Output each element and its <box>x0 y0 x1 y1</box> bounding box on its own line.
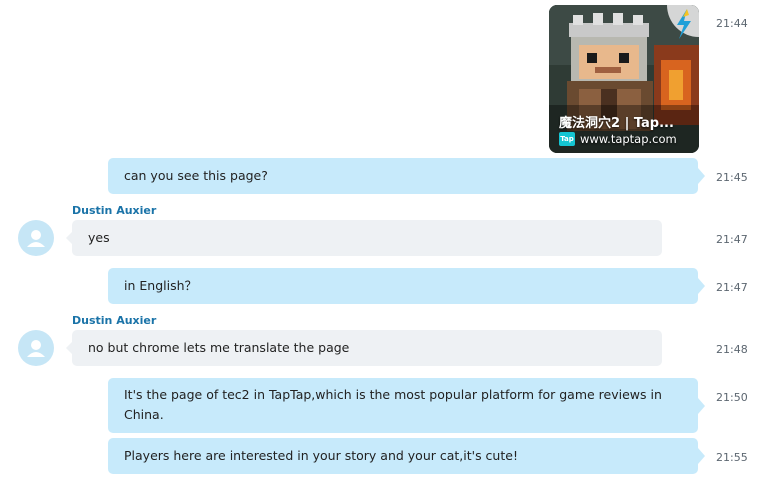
message-text: yes <box>88 230 110 245</box>
message-text: in English？ <box>124 278 198 293</box>
outgoing-message[interactable]: can you see this page? <box>108 158 705 194</box>
outgoing-message[interactable]: Players here are interested in your stor… <box>108 438 705 474</box>
link-card-domain-row: Tap www.taptap.com <box>559 132 677 146</box>
outgoing-message[interactable]: in English？ <box>108 268 705 304</box>
sender-name[interactable]: Dustin Auxier <box>72 314 156 327</box>
message-timestamp: 21:55 <box>716 451 748 464</box>
lightning-bolt-logo-icon <box>667 5 699 39</box>
message-timestamp: 21:45 <box>716 171 748 184</box>
incoming-message[interactable]: no but chrome lets me translate the page <box>66 330 662 366</box>
incoming-message[interactable]: yes <box>66 220 662 256</box>
message-text: can you see this page? <box>124 168 268 183</box>
message-text: Players here are interested in your stor… <box>124 448 518 463</box>
message-timestamp: 21:48 <box>716 343 748 356</box>
sender-name[interactable]: Dustin Auxier <box>72 204 156 217</box>
link-card-domain: www.taptap.com <box>580 132 677 146</box>
message-text: no but chrome lets me translate the page <box>88 340 350 355</box>
message-timestamp: 21:47 <box>716 233 748 246</box>
message-timestamp: 21:44 <box>716 17 748 30</box>
person-avatar-icon[interactable] <box>18 330 54 366</box>
tap-badge-icon: Tap <box>559 132 575 146</box>
chat-conversation: 魔法洞穴2 | Tap... Tap www.taptap.com 21:44 … <box>0 0 758 477</box>
message-text: It's the page of tec2 in TapTap,which is… <box>124 387 662 422</box>
message-timestamp: 21:47 <box>716 281 748 294</box>
outgoing-message[interactable]: It's the page of tec2 in TapTap,which is… <box>108 378 705 433</box>
message-timestamp: 21:50 <box>716 391 748 404</box>
link-preview-card[interactable]: 魔法洞穴2 | Tap... Tap www.taptap.com <box>549 5 699 153</box>
person-avatar-icon[interactable] <box>18 220 54 256</box>
link-card-title: 魔法洞穴2 | Tap... <box>559 116 674 131</box>
